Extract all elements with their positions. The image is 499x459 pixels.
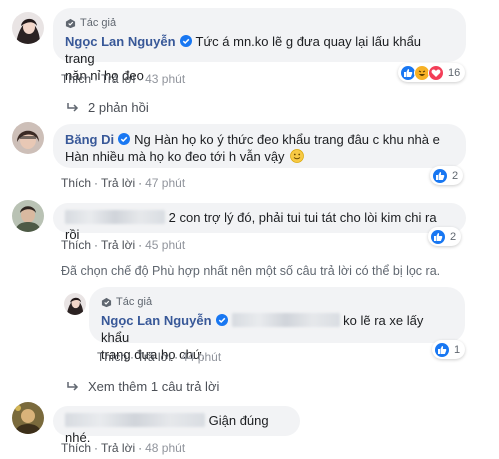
comment-time[interactable]: 44 phút xyxy=(181,350,221,364)
verified-icon xyxy=(118,133,131,145)
view-replies-link[interactable]: 2 phản hồi xyxy=(66,100,149,115)
comment-actions: Thích · Trả lời · 48 phút xyxy=(61,441,186,455)
avatar-anonymous[interactable] xyxy=(12,402,44,434)
reaction-summary[interactable]: 1 xyxy=(432,340,466,359)
author-badge-label: Tác giả xyxy=(80,17,117,29)
verified-icon xyxy=(179,35,192,47)
blurred-author-name xyxy=(65,413,205,427)
like-link[interactable]: Thích xyxy=(97,350,127,364)
reaction-count: 16 xyxy=(448,66,461,79)
smiley-emoji-icon xyxy=(290,149,305,163)
verified-icon xyxy=(215,314,228,326)
comment-time[interactable]: 48 phút xyxy=(145,441,185,455)
reply-bubble: Tác giả Ngọc Lan Nguyễn ko lẽ ra xe lấy … xyxy=(89,287,465,362)
comment-text: Ng Hàn họ ko ý thức đeo khẩu trang đâu c… xyxy=(134,132,440,147)
blurred-text xyxy=(231,313,340,327)
reply-link[interactable]: Trả lời xyxy=(137,350,171,364)
comment-time[interactable]: 45 phút xyxy=(145,238,185,252)
avatar-anonymous[interactable] xyxy=(12,200,44,232)
like-icon xyxy=(432,167,448,184)
comment-time[interactable]: 47 phút xyxy=(145,176,185,190)
like-link[interactable]: Thích xyxy=(61,238,91,252)
reply-link[interactable]: Trả lời xyxy=(101,72,135,86)
comment-time[interactable]: 43 phút xyxy=(145,72,185,86)
author-badge: Tác giả xyxy=(65,15,454,32)
filter-notice: Đã chọn chế độ Phù hợp nhất nên một số c… xyxy=(61,264,441,278)
comment-author[interactable]: Ngọc Lan Nguyễn xyxy=(65,34,176,49)
reaction-count: 2 xyxy=(450,230,457,243)
reply-link[interactable]: Trả lời xyxy=(101,176,135,190)
comment-bubble: 2 con trợ lý đó, phải tui tui tát cho lò… xyxy=(53,203,466,242)
reaction-summary[interactable]: 2 xyxy=(430,166,464,185)
comment-bubble: Tác giả Ngọc Lan Nguyễn Tức á mn.ko lẽ g … xyxy=(53,8,466,83)
reply-arrow-icon xyxy=(67,381,79,391)
like-link[interactable]: Thích xyxy=(61,441,91,455)
reply-link[interactable]: Trả lời xyxy=(101,238,135,252)
reaction-count: 2 xyxy=(452,169,459,182)
author-badge: Tác giả xyxy=(101,294,453,311)
comment-bubble: Giận đúng nhé. xyxy=(53,406,300,445)
view-more-label: Xem thêm 1 câu trả lời xyxy=(88,379,220,394)
reaction-summary[interactable]: 2 xyxy=(428,227,462,246)
author-badge-icon xyxy=(65,18,76,29)
comment-text-line2: Hàn nhiều mà họ ko đeo tới h vẫn vậy xyxy=(65,149,285,164)
like-icon xyxy=(430,228,446,245)
blurred-author-name xyxy=(65,210,165,224)
reaction-count: 1 xyxy=(454,343,461,356)
avatar-ngoc-lan[interactable] xyxy=(64,293,86,315)
like-link[interactable]: Thích xyxy=(61,72,91,86)
like-icon xyxy=(434,341,450,358)
reply-link[interactable]: Trả lời xyxy=(101,441,135,455)
like-link[interactable]: Thích xyxy=(61,176,91,190)
author-badge-label: Tác giả xyxy=(116,296,153,308)
avatar-bang-di[interactable] xyxy=(12,122,44,154)
reaction-summary[interactable]: 16 xyxy=(398,63,466,82)
comment-actions: Thích · Trả lời · 43 phút xyxy=(61,72,186,86)
comment-author[interactable]: Băng Di xyxy=(65,132,114,147)
reply-arrow-icon xyxy=(67,102,79,112)
author-badge-icon xyxy=(101,297,112,308)
love-icon xyxy=(428,64,444,81)
view-replies-label: 2 phản hồi xyxy=(88,100,149,115)
reply-actions: Thích · Trả lời · 44 phút xyxy=(97,350,222,364)
comment-author[interactable]: Ngọc Lan Nguyễn xyxy=(101,313,212,328)
comment-actions: Thích · Trả lời · 45 phút xyxy=(61,238,186,252)
avatar-ngoc-lan[interactable] xyxy=(12,12,44,44)
comment-bubble: Băng Di Ng Hàn họ ko ý thức đeo khẩu tran… xyxy=(53,124,466,168)
comment-actions: Thích · Trả lời · 47 phút xyxy=(61,176,186,190)
view-more-replies-link[interactable]: Xem thêm 1 câu trả lời xyxy=(66,379,219,394)
